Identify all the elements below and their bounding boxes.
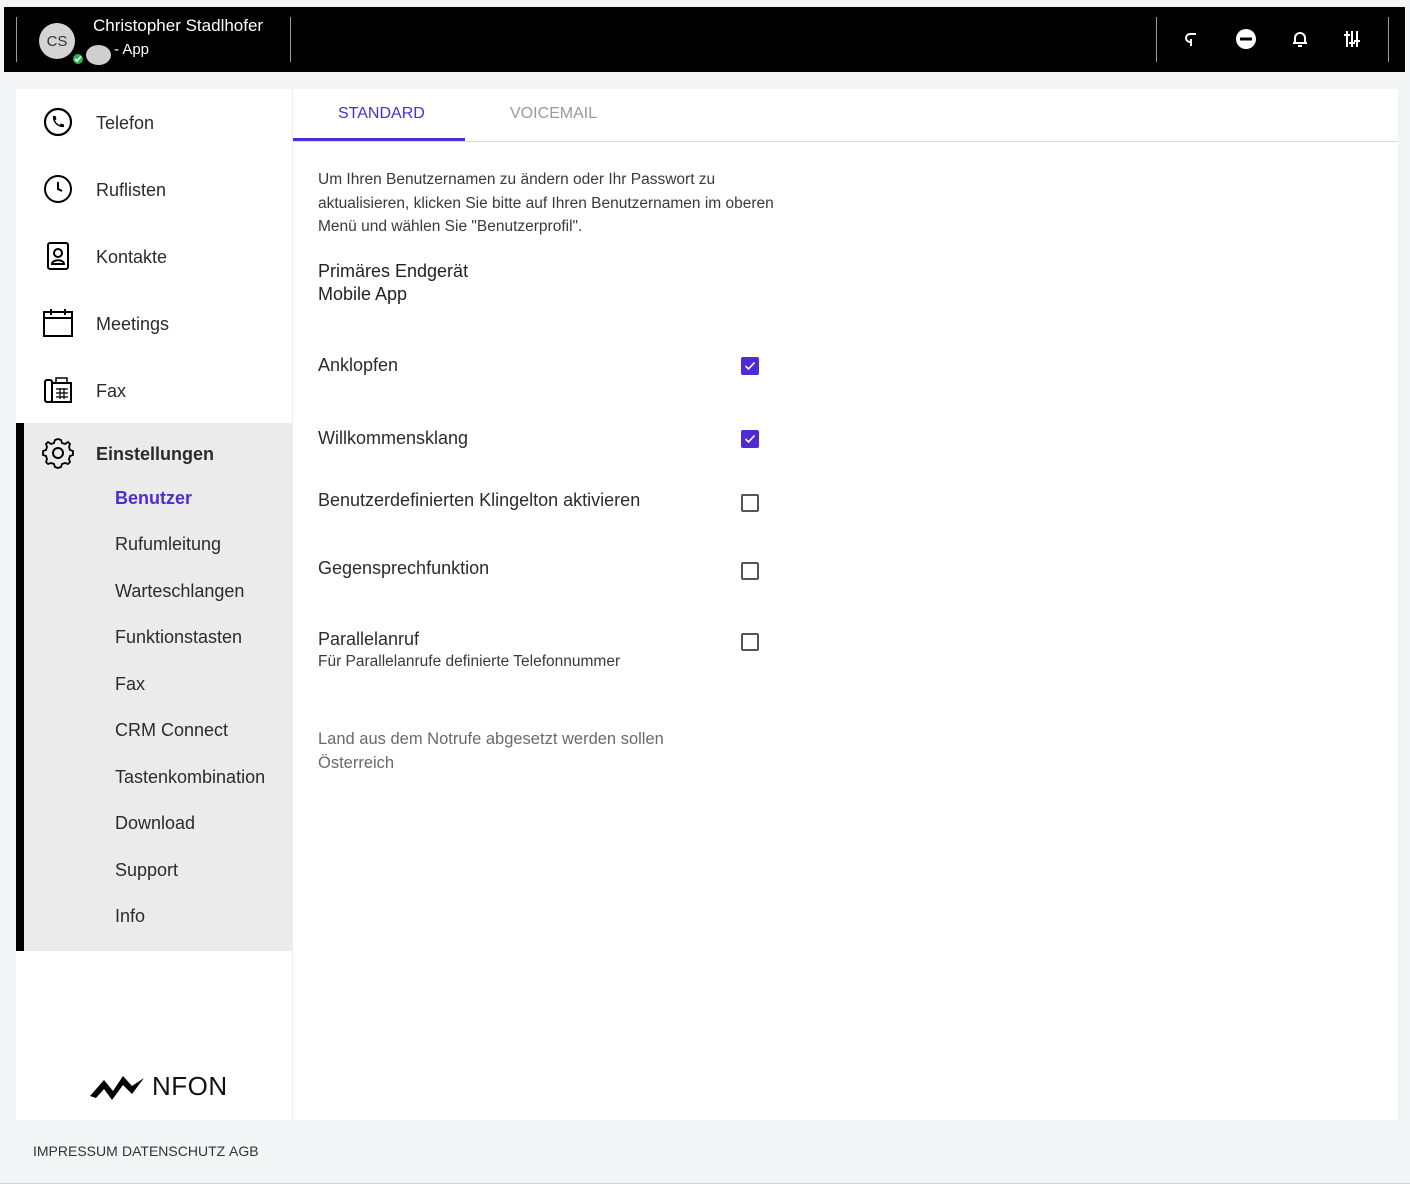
status-online-icon	[71, 52, 85, 66]
sidebar-subitem-funktionstasten[interactable]: Funktionstasten	[115, 627, 242, 648]
setting-label-anklopfen: Anklopfen	[318, 355, 399, 375]
phone-icon	[42, 106, 74, 138]
sidebar: Telefon Ruflisten Kontakte Meetings Fax	[16, 89, 293, 1120]
sidebar-subitem-benutzer[interactable]: Benutzer	[115, 488, 192, 509]
setting-label-parallelanruf: Parallelanruf	[318, 629, 420, 649]
header-divider	[1156, 17, 1157, 62]
calendar-icon	[42, 307, 74, 339]
device-indicator	[86, 45, 111, 65]
checkbox-anklopfen[interactable]	[741, 357, 759, 375]
settings-group: Einstellungen Benutzer Rufumleitung Wart…	[16, 423, 292, 951]
setting-label-klingelton: Benutzerdefinierten Klingelton aktiviere…	[318, 490, 641, 510]
tab-standard[interactable]: STANDARD	[338, 105, 425, 123]
avatar[interactable]: CS	[39, 23, 75, 59]
sidebar-item-label: Meetings	[96, 314, 170, 334]
setting-label-gegensprechfunktion: Gegensprechfunktion	[318, 558, 490, 578]
header-divider	[290, 17, 291, 62]
setting-label-willkommensklang: Willkommensklang	[318, 428, 469, 448]
user-name[interactable]: Christopher Stadlhofer	[93, 16, 263, 36]
nfon-logo-icon	[90, 1075, 144, 1100]
footer-link-agb[interactable]: AGB	[229, 1143, 259, 1159]
call-return-icon[interactable]	[1178, 25, 1206, 53]
sidebar-item-label: Kontakte	[96, 247, 168, 267]
sidebar-subitem-tastenkombination[interactable]: Tastenkombination	[115, 767, 265, 788]
fax-icon	[42, 374, 74, 406]
clock-icon	[42, 173, 74, 205]
sidebar-subitem-info[interactable]: Info	[115, 906, 145, 927]
active-tab-indicator	[293, 138, 465, 141]
content-area: STANDARD VOICEMAIL Um Ihren Benutzername…	[293, 89, 1398, 1120]
user-device-label: - App	[114, 41, 150, 58]
contact-card-icon	[42, 240, 74, 272]
main-panel: Telefon Ruflisten Kontakte Meetings Fax	[16, 89, 1398, 1120]
sidebar-subitem-warteschlangen[interactable]: Warteschlangen	[115, 581, 244, 602]
bell-icon[interactable]	[1286, 25, 1314, 53]
emergency-country-value[interactable]: Österreich	[318, 754, 394, 773]
primary-device-value: Mobile App	[318, 284, 408, 304]
gear-icon	[42, 437, 74, 469]
checkbox-gegensprechfunktion[interactable]	[741, 562, 759, 580]
sidebar-item-einstellungen[interactable]: Einstellungen	[16, 423, 292, 483]
footer-link-impressum[interactable]: IMPRESSUM	[33, 1143, 118, 1159]
do-not-disturb-icon[interactable]	[1232, 25, 1260, 53]
sliders-icon[interactable]	[1338, 25, 1366, 53]
tab-voicemail[interactable]: VOICEMAIL	[510, 105, 597, 123]
header-divider	[16, 17, 17, 62]
sidebar-item-ruflisten[interactable]: Ruflisten	[16, 159, 292, 219]
sidebar-item-kontakte[interactable]: Kontakte	[16, 226, 292, 286]
checkbox-klingelton[interactable]	[741, 494, 759, 512]
checkbox-parallelanruf[interactable]	[741, 633, 759, 651]
checkbox-willkommensklang[interactable]	[741, 430, 759, 448]
emergency-country-label: Land aus dem Notrufe abgesetzt werden so…	[318, 730, 664, 748]
sidebar-item-telefon[interactable]: Telefon	[16, 92, 292, 152]
info-text: Um Ihren Benutzernamen zu ändern oder Ih…	[318, 171, 774, 235]
nfon-logo: NFON	[88, 1071, 228, 1102]
footer-link-datenschutz[interactable]: DATENSCHUTZ	[122, 1143, 225, 1159]
sidebar-subitem-support[interactable]: Support	[115, 860, 178, 881]
top-bar: CS Christopher Stadlhofer - App	[4, 7, 1405, 72]
sidebar-subitem-crm-connect[interactable]: CRM Connect	[115, 720, 228, 741]
sidebar-subitem-download[interactable]: Download	[115, 813, 195, 834]
sidebar-item-label: Fax	[96, 381, 127, 401]
sidebar-item-label: Ruflisten	[96, 180, 167, 200]
setting-sublabel-parallelanruf: Für Parallelanrufe definierte Telefonnum…	[318, 653, 621, 670]
sidebar-subitem-rufumleitung[interactable]: Rufumleitung	[115, 534, 221, 555]
logo-text: NFON	[152, 1071, 228, 1101]
footer: IMPRESSUM DATENSCHUTZ AGB	[0, 1121, 1410, 1184]
tab-bar: STANDARD VOICEMAIL	[293, 89, 1398, 142]
primary-device-label: Primäres Endgerät	[318, 261, 469, 281]
sidebar-item-meetings[interactable]: Meetings	[16, 293, 292, 353]
sidebar-item-label: Einstellungen	[96, 444, 215, 464]
sidebar-item-fax[interactable]: Fax	[16, 360, 292, 420]
sidebar-subitem-fax[interactable]: Fax	[115, 674, 145, 695]
header-divider	[1388, 17, 1389, 62]
sidebar-item-label: Telefon	[96, 113, 155, 133]
